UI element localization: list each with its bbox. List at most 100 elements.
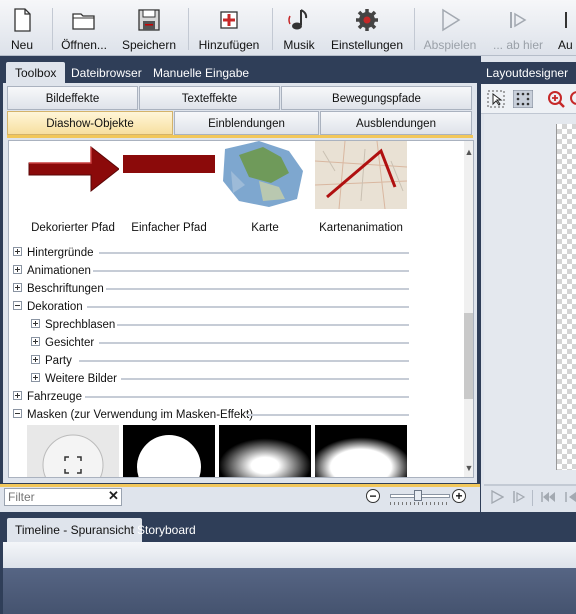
zoom-in-icon[interactable]	[547, 90, 565, 108]
open-button[interactable]: Öffnen...	[58, 6, 110, 54]
toolbar-separator	[414, 8, 415, 50]
play-from-here-icon[interactable]	[512, 490, 526, 504]
play-button[interactable]: Abspielen	[422, 6, 478, 54]
expand-icon[interactable]	[13, 391, 22, 401]
group-divider	[247, 414, 409, 416]
tree-item-label: Party	[45, 355, 72, 367]
map-thumbnail[interactable]	[219, 141, 311, 209]
music-button[interactable]: Musik	[280, 6, 318, 54]
scrollbar-thumb[interactable]	[464, 313, 473, 399]
vertical-scrollbar[interactable]	[464, 141, 473, 477]
expand-icon[interactable]	[31, 337, 40, 347]
tab-image-effects[interactable]: Bildeffekte	[7, 86, 138, 110]
decorated-path-thumbnail[interactable]	[27, 143, 119, 211]
play-from-here-button[interactable]: ... ab hier	[488, 6, 548, 54]
gear-icon	[356, 9, 378, 31]
play-icon[interactable]	[490, 490, 504, 504]
preview-controls	[484, 484, 576, 510]
zoom-in-icon[interactable]: +	[452, 489, 466, 503]
open-label: Öffnen...	[61, 38, 107, 52]
settings-label: Einstellungen	[330, 38, 404, 52]
tab-toolbox[interactable]: Toolbox	[6, 62, 66, 84]
cut-label: Au	[558, 38, 573, 52]
scroll-down-icon[interactable]: ▼	[464, 463, 473, 473]
tree-item-more-images[interactable]: Weitere Bilder	[31, 371, 117, 387]
tree-item-label: Fahrzeuge	[27, 391, 82, 403]
play-from-here-label: ... ab hier	[492, 38, 544, 52]
toolbar-separator	[272, 8, 273, 50]
select-pointer-icon[interactable]	[487, 90, 505, 108]
tab-timeline-track-view[interactable]: Timeline - Spuransicht	[7, 518, 142, 542]
group-divider	[106, 288, 409, 290]
tree-item-captions[interactable]: Beschriftungen	[13, 281, 104, 297]
tree-item-label: Gesichter	[45, 337, 95, 349]
toolbar-separator	[532, 490, 533, 506]
tab-fade-outs[interactable]: Ausblendungen	[320, 111, 472, 135]
zoom-slider-thumb[interactable]	[414, 490, 422, 501]
main-toolbar: Neu Öffnen... Speichern Hinzufügen Musik…	[0, 0, 576, 56]
timeline-toolbar	[3, 542, 576, 568]
tree-item-decoration[interactable]: Dekoration	[13, 299, 83, 315]
expand-icon[interactable]	[31, 355, 40, 365]
save-disk-icon	[138, 9, 160, 31]
open-folder-icon	[72, 13, 95, 30]
settings-button[interactable]: Einstellungen	[328, 6, 406, 54]
expand-icon[interactable]	[31, 373, 40, 383]
zoom-out-icon[interactable]	[569, 90, 576, 108]
tree-item-label: Masken (zur Verwendung im Masken-Effekt)	[27, 409, 254, 421]
play-from-here-icon	[510, 12, 527, 28]
grid-select-icon[interactable]	[513, 90, 533, 108]
tree-item-animations[interactable]: Animationen	[13, 263, 91, 279]
tab-slideshow-objects[interactable]: Diashow-Objekte	[7, 111, 173, 135]
filter-input[interactable]	[4, 488, 122, 506]
collapse-icon[interactable]	[13, 409, 22, 419]
tree-item-label: Weitere Bilder	[45, 373, 118, 385]
layout-designer-toolbar	[481, 84, 576, 114]
mask-thumbnail-circle[interactable]	[123, 425, 215, 478]
tree-item-backgrounds[interactable]: Hintergründe	[13, 245, 93, 261]
group-divider	[87, 306, 409, 308]
map-animation-thumbnail[interactable]	[315, 141, 407, 209]
add-label: Hinzufügen	[198, 38, 260, 52]
music-label: Musik	[283, 38, 315, 52]
tree-item-vehicles[interactable]: Fahrzeuge	[13, 389, 82, 405]
play-label: Abspielen	[423, 38, 477, 52]
simple-path-thumbnail[interactable]	[123, 143, 215, 211]
tab-storyboard[interactable]: Storyboard	[129, 518, 204, 542]
thumbnail-label: Einfacher Pfad	[131, 222, 207, 234]
skip-to-start-icon[interactable]	[540, 490, 556, 504]
expand-icon[interactable]	[31, 319, 40, 329]
clear-filter-icon[interactable]: ✕	[108, 489, 120, 503]
zoom-out-icon[interactable]: −	[366, 489, 380, 503]
expand-icon[interactable]	[13, 265, 22, 275]
tree-item-masks[interactable]: Masken (zur Verwendung im Masken-Effekt)	[13, 407, 253, 423]
tab-manual-input[interactable]: Manuelle Eingabe	[144, 62, 258, 84]
add-plus-icon	[220, 11, 238, 29]
mask-thumbnail-soft-small[interactable]	[219, 425, 311, 478]
tree-item-faces[interactable]: Gesichter	[31, 335, 94, 351]
expand-icon[interactable]	[13, 283, 22, 293]
tab-file-browser[interactable]: Dateibrowser	[62, 62, 151, 84]
tab-fade-ins[interactable]: Einblendungen	[174, 111, 319, 135]
tab-text-effects[interactable]: Texteffekte	[139, 86, 280, 110]
scroll-up-icon[interactable]: ▲	[464, 147, 473, 157]
new-button[interactable]: Neu	[4, 6, 40, 54]
timeline-tracks[interactable]	[3, 568, 576, 614]
tree-item-label: Animationen	[27, 265, 91, 277]
expand-icon[interactable]	[13, 247, 22, 257]
tree-item-party[interactable]: Party	[31, 353, 72, 369]
layout-canvas[interactable]	[556, 124, 576, 470]
tree-item-speech-bubbles[interactable]: Sprechblasen	[31, 317, 115, 333]
zoom-slider-ticks	[390, 502, 450, 505]
tree-item-label: Sprechblasen	[45, 319, 116, 331]
toolbar-separator	[188, 8, 189, 50]
collapse-icon[interactable]	[13, 301, 22, 311]
tab-motion-paths[interactable]: Bewegungspfade	[281, 86, 472, 110]
add-button[interactable]: Hinzufügen	[196, 6, 262, 54]
save-label: Speichern	[121, 38, 177, 52]
previous-icon[interactable]	[564, 490, 576, 504]
cut-button[interactable]: Au	[558, 6, 576, 54]
mask-thumbnail-frame[interactable]	[27, 425, 119, 478]
mask-thumbnail-soft-large[interactable]	[315, 425, 407, 478]
save-button[interactable]: Speichern	[120, 6, 178, 54]
